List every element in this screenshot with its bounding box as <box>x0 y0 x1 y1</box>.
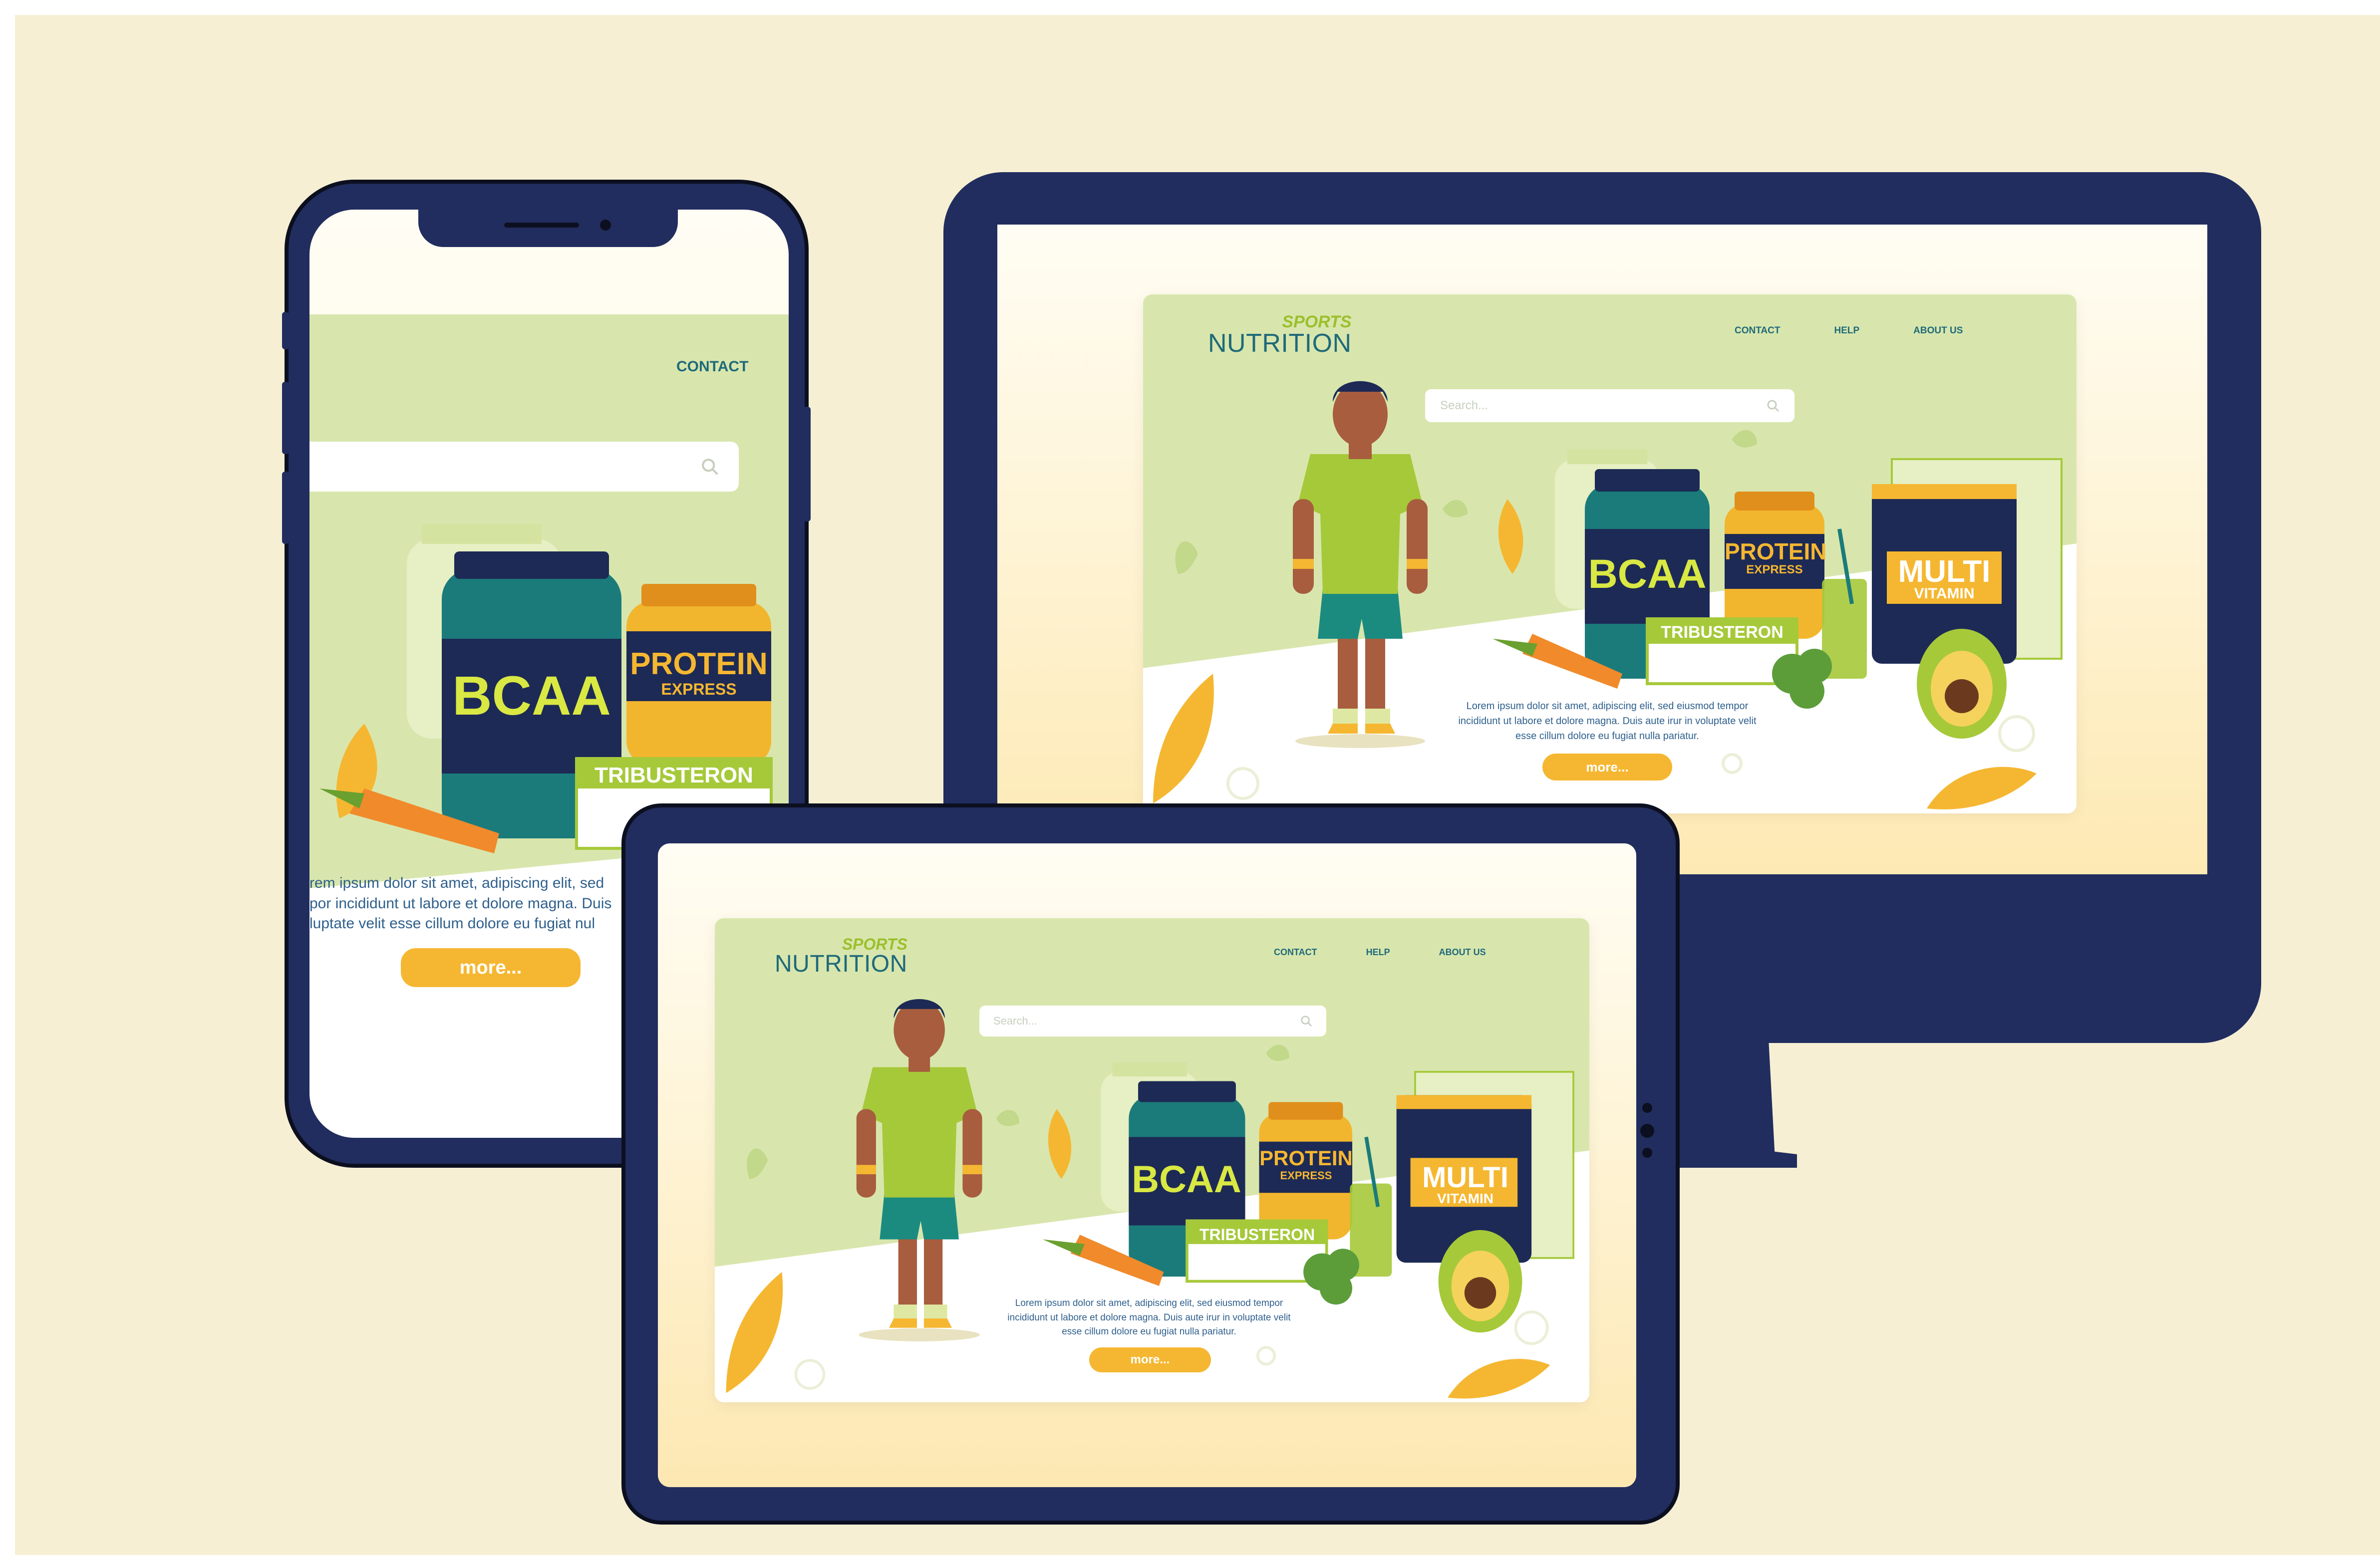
phone-tribusteron-label: TRIBUSTERON <box>595 763 753 787</box>
protein-sub-label: EXPRESS <box>1280 1169 1332 1182</box>
phone-protein-label: PROTEIN <box>630 647 768 681</box>
avocado-icon <box>1438 1230 1522 1333</box>
phone-protein-sub-label: EXPRESS <box>661 680 737 698</box>
broccoli-icon <box>1772 649 1832 709</box>
protein-sub-label: EXPRESS <box>1746 563 1803 576</box>
tablet-camera-icon <box>1642 1103 1652 1113</box>
search-icon[interactable] <box>701 458 719 476</box>
vitamin-label: VITAMIN <box>1437 1191 1494 1206</box>
tribusteron-label: TRIBUSTERON <box>1199 1226 1315 1244</box>
phone-volume-down[interactable] <box>282 472 289 544</box>
phone-speaker <box>504 223 579 228</box>
desktop-web-page: SPORTS NUTRITION CONTACT HELP ABOUT US S… <box>1143 294 2077 813</box>
body-text: Lorem ipsum dolor sit amet, adipiscing e… <box>1007 1298 1291 1337</box>
athlete-figure <box>1293 381 1428 748</box>
avocado-icon <box>1917 629 2007 739</box>
more-button[interactable]: more... <box>1542 754 1672 780</box>
phone-nav-contact[interactable]: CONTACT <box>676 358 748 375</box>
bcaa-label: BCAA <box>1588 551 1707 597</box>
phone-camera-icon <box>600 220 611 231</box>
bcaa-label: BCAA <box>1132 1158 1241 1201</box>
phone-power-button[interactable] <box>803 407 811 521</box>
protein-label: PROTEIN <box>1725 538 1827 564</box>
multi-label: MULTI <box>1422 1161 1508 1194</box>
phone-bcaa-label: BCAA <box>452 665 611 727</box>
phone-search-input[interactable] <box>309 442 739 492</box>
tribusteron-label: TRIBUSTERON <box>1661 623 1784 642</box>
broccoli-icon <box>1303 1249 1360 1305</box>
tablet-sensor-icon <box>1640 1124 1654 1138</box>
phone-more-button[interactable]: more... <box>401 948 581 987</box>
multi-label: MULTI <box>1898 554 1991 589</box>
phone-side-button[interactable] <box>282 312 289 349</box>
phone-volume-up[interactable] <box>282 382 289 454</box>
tablet-web-page: SPORTS NUTRITION CONTACT HELP ABOUT US S… <box>715 918 1589 1402</box>
protein-label: PROTEIN <box>1259 1146 1353 1170</box>
vitamin-label: VITAMIN <box>1914 585 1975 602</box>
athlete-figure <box>856 999 982 1341</box>
tablet-sensor-icon <box>1642 1148 1652 1158</box>
more-button[interactable]: more... <box>1089 1347 1211 1372</box>
body-text: Lorem ipsum dolor sit amet, adipiscing e… <box>1458 701 1757 742</box>
